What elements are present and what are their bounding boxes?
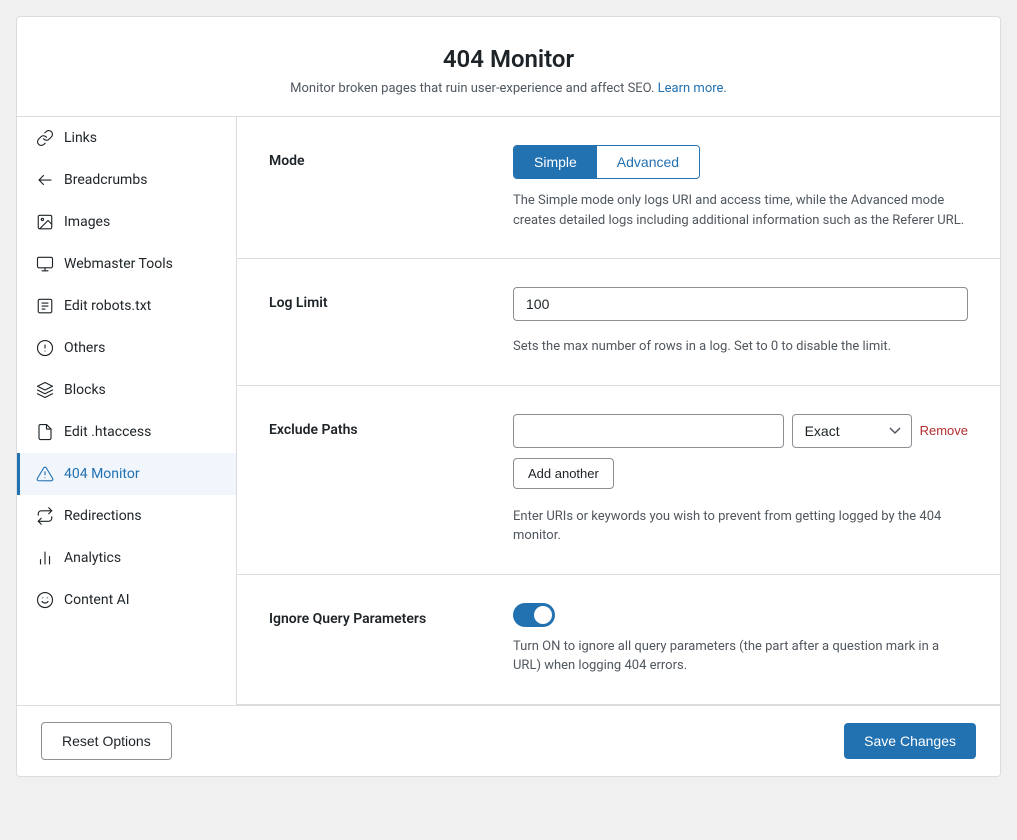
mode-label: Mode bbox=[269, 145, 489, 230]
sidebar-label-blocks: Blocks bbox=[64, 382, 106, 398]
content-ai-icon bbox=[36, 591, 54, 609]
sidebar-label-breadcrumbs: Breadcrumbs bbox=[64, 172, 147, 188]
breadcrumbs-icon bbox=[36, 171, 54, 189]
sidebar-item-analytics[interactable]: Analytics bbox=[17, 537, 236, 579]
blocks-icon bbox=[36, 381, 54, 399]
learn-more-link[interactable]: Learn more. bbox=[658, 81, 727, 96]
sidebar-item-links[interactable]: Links bbox=[17, 117, 236, 159]
remove-path-button[interactable]: Remove bbox=[920, 423, 968, 438]
mode-simple-button[interactable]: Simple bbox=[514, 146, 597, 178]
ignore-query-hint: Turn ON to ignore all query parameters (… bbox=[513, 637, 968, 676]
sidebar-item-htaccess[interactable]: Edit .htaccess bbox=[17, 411, 236, 453]
page-title: 404 Monitor bbox=[37, 45, 980, 73]
exclude-type-select[interactable]: Exact Contains Starts With Ends With bbox=[792, 414, 912, 448]
sidebar-label-webmaster: Webmaster Tools bbox=[64, 256, 173, 272]
log-limit-label: Log Limit bbox=[269, 287, 489, 357]
others-icon bbox=[36, 339, 54, 357]
sidebar-item-others[interactable]: Others bbox=[17, 327, 236, 369]
sidebar-item-webmaster[interactable]: Webmaster Tools bbox=[17, 243, 236, 285]
exclude-paths-hint: Enter URIs or keywords you wish to preve… bbox=[513, 507, 968, 546]
ignore-query-label: Ignore Query Parameters bbox=[269, 603, 489, 676]
exclude-paths-section: Exclude Paths Exact Contains Starts With… bbox=[237, 386, 1000, 575]
reset-options-button[interactable]: Reset Options bbox=[41, 722, 172, 760]
sidebar-label-content-ai: Content AI bbox=[64, 592, 130, 608]
content-area: Mode Simple Advanced The Simple mode onl… bbox=[237, 117, 1000, 705]
sidebar-label-htaccess: Edit .htaccess bbox=[64, 424, 151, 440]
analytics-icon bbox=[36, 549, 54, 567]
page-subtitle: Monitor broken pages that ruin user-expe… bbox=[37, 81, 980, 96]
sidebar: Links Breadcrumbs Images bbox=[17, 117, 237, 705]
log-limit-control: Sets the max number of rows in a log. Se… bbox=[513, 287, 968, 357]
sidebar-item-404-monitor[interactable]: 404 Monitor bbox=[17, 453, 236, 495]
save-changes-button[interactable]: Save Changes bbox=[844, 723, 976, 759]
link-icon bbox=[36, 129, 54, 147]
sidebar-label-404-monitor: 404 Monitor bbox=[64, 466, 140, 482]
sidebar-label-analytics: Analytics bbox=[64, 550, 121, 566]
exclude-path-row: Exact Contains Starts With Ends With Rem… bbox=[513, 414, 968, 448]
ignore-query-section: Ignore Query Parameters Turn ON to ignor… bbox=[237, 575, 1000, 705]
mode-hint: The Simple mode only logs URI and access… bbox=[513, 191, 968, 230]
robots-icon bbox=[36, 297, 54, 315]
sidebar-item-redirections[interactable]: Redirections bbox=[17, 495, 236, 537]
sidebar-item-content-ai[interactable]: Content AI bbox=[17, 579, 236, 621]
sidebar-label-robots: Edit robots.txt bbox=[64, 298, 151, 314]
ignore-query-toggle[interactable] bbox=[513, 603, 555, 627]
sidebar-label-images: Images bbox=[64, 214, 110, 230]
sidebar-label-redirections: Redirections bbox=[64, 508, 142, 524]
sidebar-item-images[interactable]: Images bbox=[17, 201, 236, 243]
footer-bar: Reset Options Save Changes bbox=[17, 705, 1000, 776]
exclude-path-input[interactable] bbox=[513, 414, 784, 448]
redirections-icon bbox=[36, 507, 54, 525]
add-another-button[interactable]: Add another bbox=[513, 458, 614, 489]
ignore-query-control: Turn ON to ignore all query parameters (… bbox=[513, 603, 968, 676]
exclude-paths-control: Exact Contains Starts With Ends With Rem… bbox=[513, 414, 968, 546]
mode-control: Simple Advanced The Simple mode only log… bbox=[513, 145, 968, 230]
exclude-paths-label: Exclude Paths bbox=[269, 414, 489, 546]
mode-advanced-button[interactable]: Advanced bbox=[597, 146, 699, 178]
toggle-wrapper bbox=[513, 603, 968, 627]
mode-toggle: Simple Advanced bbox=[513, 145, 700, 179]
page-header: 404 Monitor Monitor broken pages that ru… bbox=[17, 17, 1000, 117]
monitor-icon bbox=[36, 465, 54, 483]
sidebar-label-others: Others bbox=[64, 340, 105, 356]
sidebar-label-links: Links bbox=[64, 130, 97, 146]
toggle-slider bbox=[513, 603, 555, 627]
htaccess-icon bbox=[36, 423, 54, 441]
sidebar-item-robots[interactable]: Edit robots.txt bbox=[17, 285, 236, 327]
log-limit-section: Log Limit Sets the max number of rows in… bbox=[237, 259, 1000, 386]
images-icon bbox=[36, 213, 54, 231]
tools-icon bbox=[36, 255, 54, 273]
sidebar-item-blocks[interactable]: Blocks bbox=[17, 369, 236, 411]
sidebar-item-breadcrumbs[interactable]: Breadcrumbs bbox=[17, 159, 236, 201]
log-limit-hint: Sets the max number of rows in a log. Se… bbox=[513, 337, 968, 357]
log-limit-input[interactable] bbox=[513, 287, 968, 321]
mode-section: Mode Simple Advanced The Simple mode onl… bbox=[237, 117, 1000, 259]
